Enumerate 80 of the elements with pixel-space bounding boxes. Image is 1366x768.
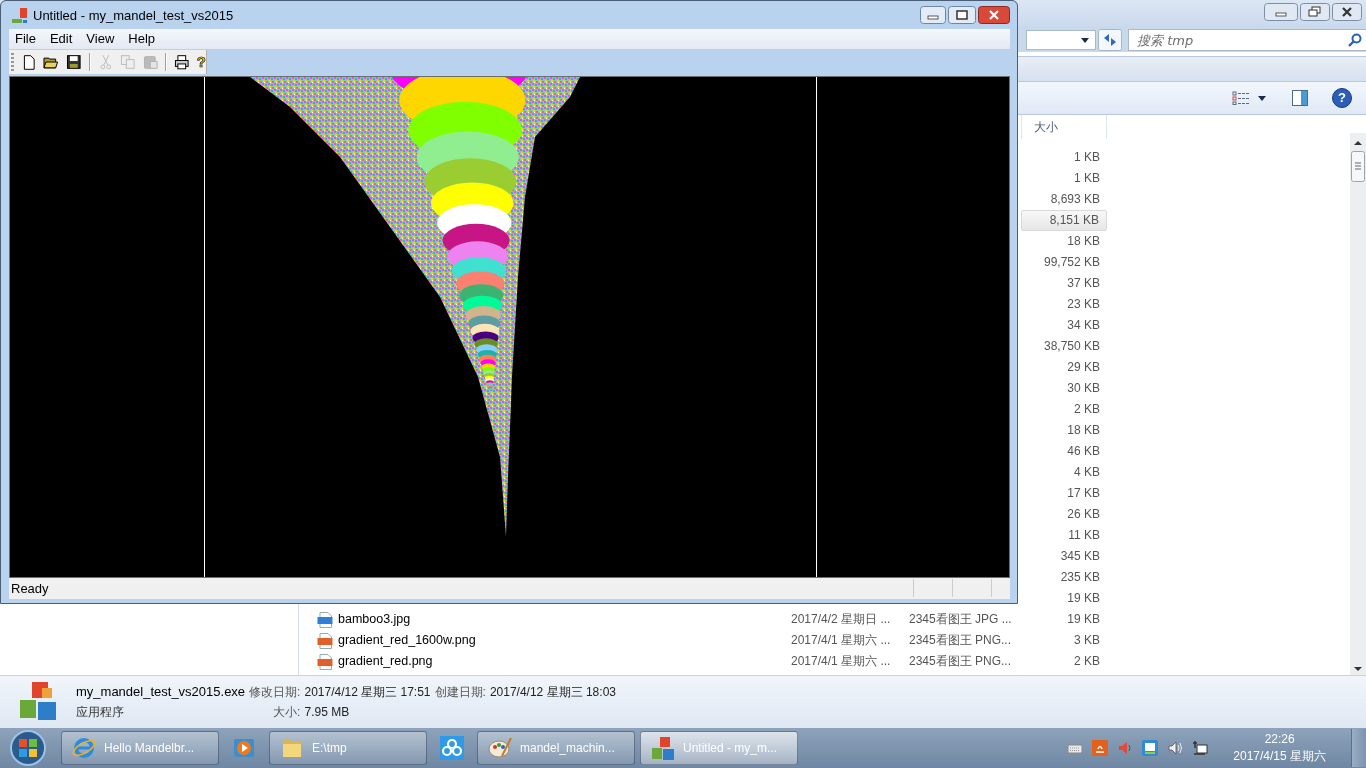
network-icon[interactable] bbox=[1192, 740, 1209, 756]
toolbar-grip[interactable] bbox=[11, 52, 14, 71]
show-desktop-button[interactable] bbox=[1351, 729, 1366, 767]
start-button[interactable] bbox=[8, 729, 48, 767]
app-tray-icon[interactable] bbox=[1142, 740, 1159, 756]
view-options-icon[interactable] bbox=[1232, 91, 1250, 105]
type-cell-text: 2345看图王 PNG... bbox=[909, 632, 1013, 649]
close-button[interactable] bbox=[1332, 3, 1362, 21]
size-cell[interactable]: 38,750 KB bbox=[1021, 336, 1107, 357]
field-value: 7.95 MB bbox=[304, 704, 351, 719]
menu-item[interactable]: File bbox=[9, 29, 44, 50]
globe-e-icon bbox=[72, 736, 96, 760]
caret-icon[interactable] bbox=[1258, 95, 1266, 101]
size-cell[interactable]: 2 KB bbox=[1021, 399, 1107, 420]
printer-icon[interactable] bbox=[174, 53, 190, 70]
file-name[interactable]: gradient_red.png bbox=[338, 651, 433, 672]
field-value: 2017/4/12 星期三 17:51 bbox=[304, 683, 431, 701]
file-name: my_mandel_test_vs2015.exe bbox=[76, 683, 246, 699]
image-file-icon bbox=[317, 611, 333, 628]
refresh-button[interactable] bbox=[1098, 29, 1122, 51]
size-cell[interactable]: 26 KB bbox=[1021, 504, 1107, 525]
file-type: 应用程序 bbox=[76, 703, 125, 721]
size-cell[interactable]: 29 KB bbox=[1021, 357, 1107, 378]
type-cell-text: 2345看图王 PNG... bbox=[909, 653, 1013, 670]
type-cell-text: 2345看图王 JPG ... bbox=[909, 611, 1013, 628]
size-cell[interactable]: 345 KB bbox=[1021, 546, 1107, 567]
size-cell[interactable]: 8,693 KB bbox=[1021, 189, 1107, 210]
menu-item[interactable]: Help bbox=[122, 29, 164, 50]
date-cell-text: 2017/4/1 星期六 ... bbox=[791, 653, 892, 670]
minimize-button[interactable] bbox=[920, 6, 946, 25]
dropdown-arrow-icon bbox=[1081, 37, 1089, 43]
image-file-icon bbox=[317, 653, 333, 670]
file-name[interactable]: gradient_red_1600w.png bbox=[338, 630, 476, 651]
size-cell[interactable]: 3 KB bbox=[1021, 630, 1107, 651]
size-cell[interactable]: 235 KB bbox=[1021, 567, 1107, 588]
size-cell[interactable]: 2 KB bbox=[1021, 651, 1107, 672]
help-button[interactable]: ? bbox=[1332, 88, 1352, 108]
media-player-icon bbox=[232, 736, 256, 760]
size-cell[interactable]: 23 KB bbox=[1021, 294, 1107, 315]
size-cell[interactable]: 18 KB bbox=[1021, 420, 1107, 441]
field-label: 大小: bbox=[272, 703, 301, 721]
menu-item[interactable]: View bbox=[80, 29, 123, 50]
size-cell[interactable]: 1 KB bbox=[1021, 147, 1107, 168]
size-cell[interactable]: 99,752 KB bbox=[1021, 252, 1107, 273]
minimize-button[interactable] bbox=[1264, 3, 1298, 21]
speaker-icon[interactable] bbox=[1167, 740, 1184, 756]
size-cell[interactable]: 19 KB bbox=[1021, 588, 1107, 609]
size-cell[interactable]: 11 KB bbox=[1021, 525, 1107, 546]
cubes-icon bbox=[11, 7, 27, 24]
palette-icon bbox=[488, 736, 512, 760]
field-value: 2017/4/12 星期三 18:03 bbox=[489, 683, 616, 701]
image-file-icon bbox=[317, 632, 333, 649]
close-button[interactable] bbox=[978, 6, 1010, 25]
app-tray-icon[interactable] bbox=[1092, 740, 1109, 756]
size-cell[interactable]: 17 KB bbox=[1021, 483, 1107, 504]
cubes-icon bbox=[651, 736, 675, 760]
size-cell[interactable]: 8,151 KB bbox=[1021, 210, 1107, 231]
size-cell[interactable]: 46 KB bbox=[1021, 441, 1107, 462]
field-label: 创建日期: bbox=[434, 683, 486, 701]
column-header[interactable]: 大小 bbox=[1021, 115, 1107, 139]
date-cell-text: 2017/4/1 星期六 ... bbox=[791, 632, 892, 649]
size-cell[interactable]: 30 KB bbox=[1021, 378, 1107, 399]
search-field[interactable]: 搜索 tmp bbox=[1128, 29, 1366, 51]
size-cell[interactable]: 34 KB bbox=[1021, 315, 1107, 336]
maximize-button[interactable] bbox=[948, 6, 976, 25]
size-cell[interactable]: 37 KB bbox=[1021, 273, 1107, 294]
field-label: 修改日期: bbox=[249, 683, 301, 701]
menu-item[interactable]: Edit bbox=[43, 29, 81, 50]
size-cell[interactable]: 1 KB bbox=[1021, 168, 1107, 189]
file-name[interactable]: bamboo3.jpg bbox=[338, 609, 411, 630]
cloud-icon bbox=[440, 736, 464, 760]
preview-pane-icon[interactable] bbox=[1292, 90, 1308, 106]
status-text: Ready bbox=[10, 580, 50, 596]
restore-button[interactable] bbox=[1300, 3, 1330, 21]
size-cell[interactable]: 19 KB bbox=[1021, 609, 1107, 630]
window-title: Untitled - my_mandel_test_vs2015 bbox=[33, 7, 234, 23]
size-cell[interactable]: 18 KB bbox=[1021, 231, 1107, 252]
date-cell-text: 2017/4/2 星期日 ... bbox=[791, 611, 892, 628]
size-cell[interactable]: 4 KB bbox=[1021, 462, 1107, 483]
address-field[interactable] bbox=[1026, 30, 1096, 50]
